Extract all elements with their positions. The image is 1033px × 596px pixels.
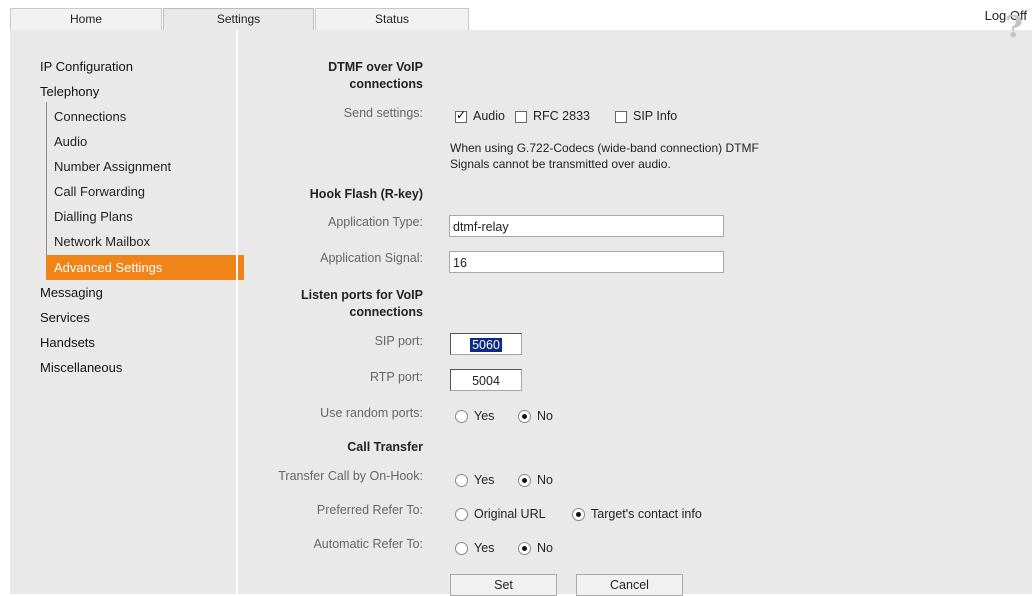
- tree-line: [46, 102, 47, 274]
- auto-refer-no-radio[interactable]: [518, 542, 531, 556]
- random-ports-no-option[interactable]: No: [518, 409, 553, 424]
- on-hook-yes-option[interactable]: Yes: [455, 473, 495, 488]
- sidebar: IP Configuration Telephony Connections A…: [10, 30, 244, 594]
- sidebar-item-audio[interactable]: Audio: [54, 134, 87, 149]
- sidebar-item-handsets[interactable]: Handsets: [40, 335, 95, 350]
- sidebar-item-call-forwarding[interactable]: Call Forwarding: [54, 184, 145, 199]
- sidebar-item-ip-configuration[interactable]: IP Configuration: [40, 59, 133, 74]
- sip-port-input[interactable]: 5060: [450, 333, 522, 355]
- section-call-transfer-title: Call Transfer: [347, 440, 423, 454]
- sidebar-item-label: Advanced Settings: [54, 260, 163, 275]
- targets-contact-label: Target's contact info: [591, 507, 702, 521]
- sidebar-item-services[interactable]: Services: [40, 310, 90, 325]
- application-type-input[interactable]: dtmf-relay: [449, 215, 724, 237]
- on-hook-no-radio[interactable]: [518, 474, 531, 488]
- auto-refer-yes-option[interactable]: Yes: [455, 541, 495, 556]
- auto-refer-no-option[interactable]: No: [518, 541, 553, 556]
- dtmf-note: When using G.722-Codecs (wide-band conne…: [450, 140, 759, 172]
- sidebar-item-dialling-plans[interactable]: Dialling Plans: [54, 209, 133, 224]
- use-random-ports-label: Use random ports:: [320, 406, 423, 420]
- section-title-line: DTMF over VoIP: [328, 60, 423, 74]
- tab-settings[interactable]: Settings: [163, 8, 314, 31]
- sidebar-item-advanced-settings[interactable]: Advanced Settings: [46, 255, 244, 280]
- sip-port-selected-text: 5060: [470, 338, 502, 352]
- random-ports-yes-option[interactable]: Yes: [455, 409, 495, 424]
- audio-checkbox[interactable]: [455, 108, 467, 123]
- section-title-line: connections: [349, 77, 423, 91]
- note-line: Signals cannot be transmitted over audio…: [450, 157, 671, 171]
- application-signal-label: Application Signal:: [320, 251, 423, 265]
- original-url-radio[interactable]: [455, 508, 468, 522]
- rfc2833-option[interactable]: RFC 2833: [515, 109, 590, 123]
- sidebar-item-connections[interactable]: Connections: [54, 109, 126, 124]
- original-url-label: Original URL: [474, 507, 546, 521]
- section-dtmf-title: DTMF over VoIP connections: [328, 59, 423, 93]
- transfer-on-hook-label: Transfer Call by On-Hook:: [278, 469, 423, 483]
- rfc2833-label: RFC 2833: [533, 109, 590, 123]
- no-label: No: [537, 473, 553, 487]
- tab-status[interactable]: Status: [315, 8, 469, 30]
- rfc2833-checkbox[interactable]: [515, 110, 527, 123]
- panel-divider: [236, 30, 238, 594]
- audio-option[interactable]: Audio: [455, 108, 505, 123]
- audio-label: Audio: [473, 109, 505, 123]
- send-settings-label: Send settings:: [343, 106, 423, 120]
- sip-info-label: SIP Info: [633, 109, 678, 123]
- rtp-port-input[interactable]: 5004: [450, 369, 522, 391]
- note-line: When using G.722-Codecs (wide-band conne…: [450, 141, 759, 155]
- tab-bar: Home Settings Status Log Off: [0, 0, 1033, 31]
- automatic-refer-label: Automatic Refer To:: [313, 537, 423, 551]
- sidebar-item-network-mailbox[interactable]: Network Mailbox: [54, 234, 150, 249]
- on-hook-no-option[interactable]: No: [518, 473, 553, 488]
- section-title-line: connections: [349, 305, 423, 319]
- application-signal-input[interactable]: 16: [449, 251, 724, 273]
- targets-contact-option[interactable]: Target's contact info: [572, 507, 702, 522]
- no-label: No: [537, 541, 553, 555]
- targets-contact-radio[interactable]: [572, 508, 585, 522]
- random-ports-no-radio[interactable]: [518, 410, 531, 424]
- yes-label: Yes: [474, 473, 495, 487]
- random-ports-yes-radio[interactable]: [455, 410, 468, 424]
- set-button[interactable]: Set: [450, 574, 557, 596]
- rtp-port-label: RTP port:: [369, 370, 423, 384]
- yes-label: Yes: [474, 541, 495, 555]
- auto-refer-yes-radio[interactable]: [455, 542, 468, 556]
- on-hook-yes-radio[interactable]: [455, 474, 468, 488]
- cancel-button[interactable]: Cancel: [576, 574, 683, 596]
- sidebar-item-messaging[interactable]: Messaging: [40, 285, 103, 300]
- section-title-line: Listen ports for VoIP: [301, 288, 423, 302]
- sidebar-item-number-assignment[interactable]: Number Assignment: [54, 159, 171, 174]
- application-type-label: Application Type:: [328, 215, 423, 229]
- no-label: No: [537, 409, 553, 423]
- sidebar-item-miscellaneous[interactable]: Miscellaneous: [40, 360, 122, 375]
- sip-port-label: SIP port:: [374, 334, 423, 348]
- preferred-refer-label: Preferred Refer To:: [316, 503, 423, 517]
- yes-label: Yes: [474, 409, 495, 423]
- sidebar-item-telephony[interactable]: Telephony: [40, 84, 99, 99]
- section-listen-ports-title: Listen ports for VoIP connections: [301, 287, 423, 321]
- sip-info-checkbox[interactable]: [615, 110, 627, 123]
- tab-home[interactable]: Home: [10, 8, 162, 30]
- section-hook-flash-title: Hook Flash (R-key): [309, 187, 423, 201]
- help-icon[interactable]: ?: [1005, 10, 1023, 45]
- original-url-option[interactable]: Original URL: [455, 507, 546, 522]
- sip-info-option[interactable]: SIP Info: [615, 109, 677, 123]
